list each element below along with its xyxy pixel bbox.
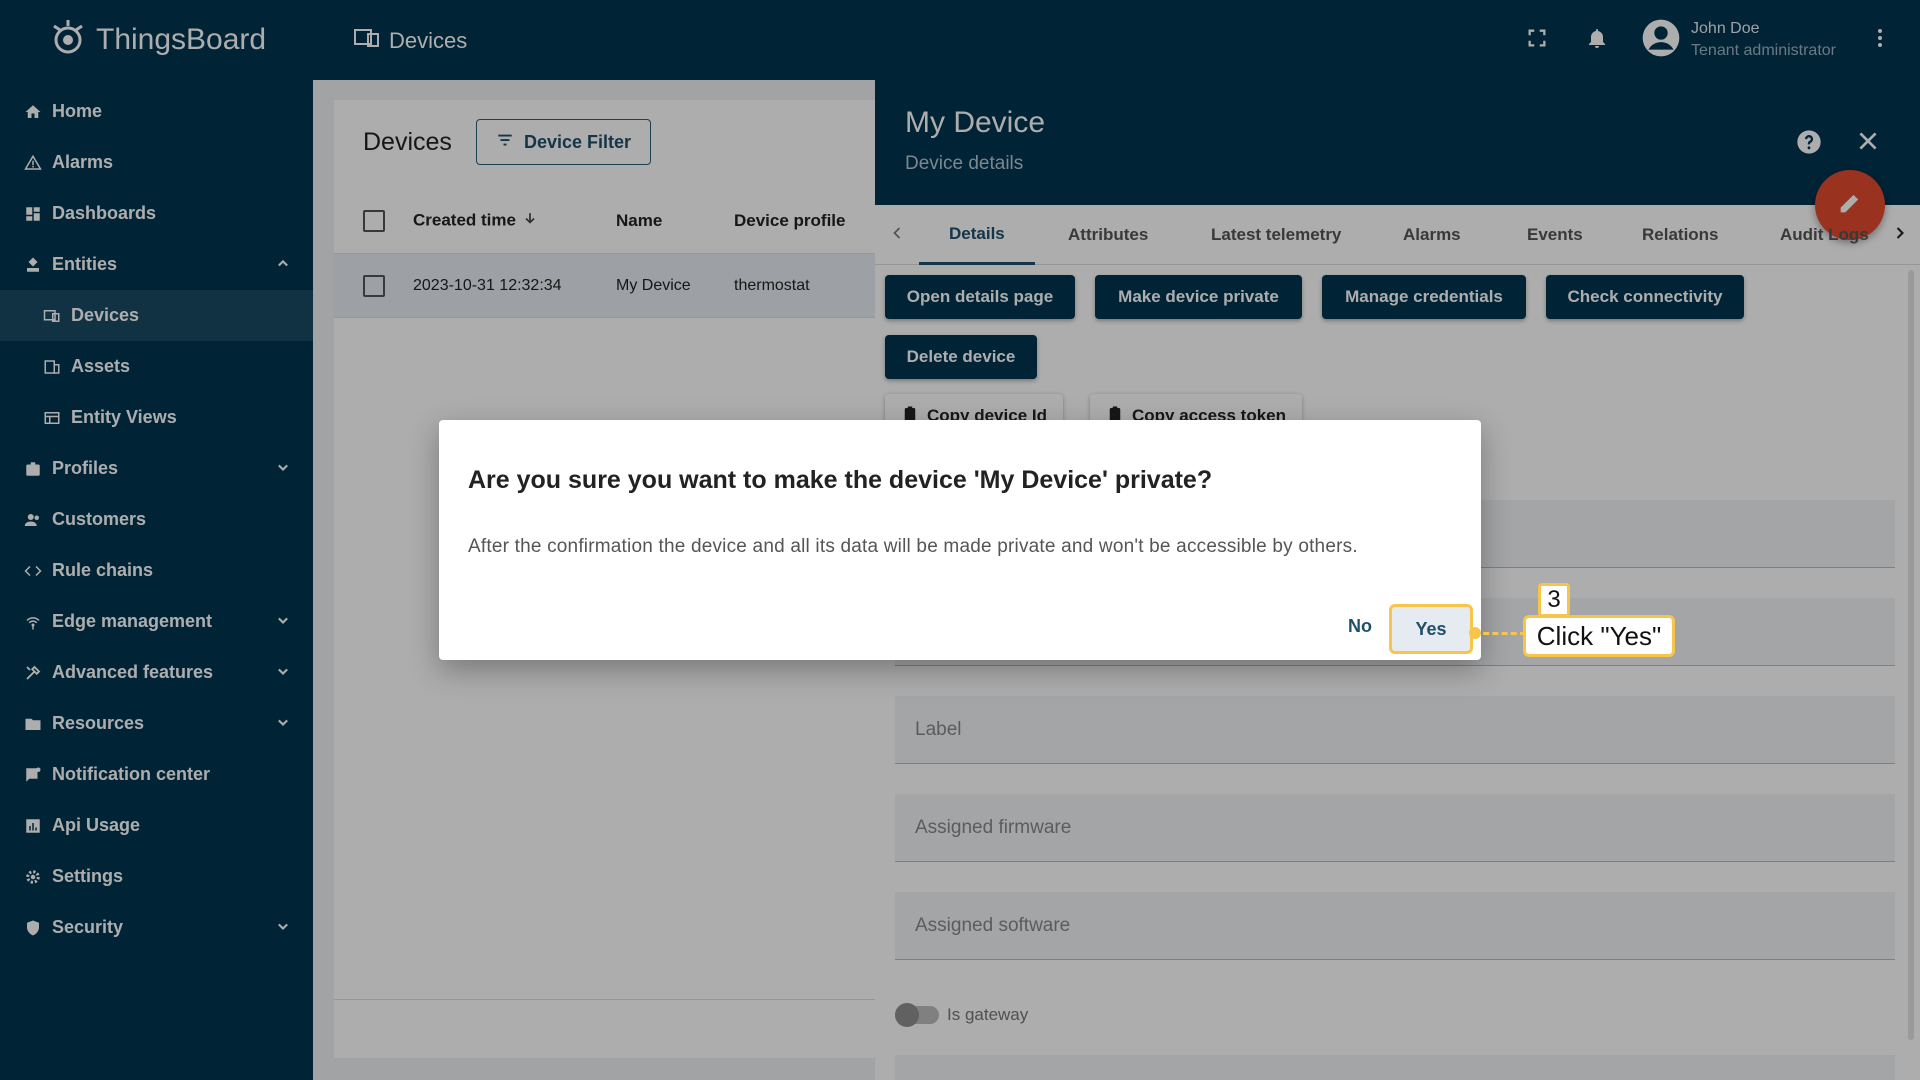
yes-button[interactable]: Yes — [1389, 604, 1473, 654]
dialog-message: After the confirmation the device and al… — [468, 536, 1358, 557]
annotation-step-badge: 3 — [1538, 583, 1570, 617]
annotation-label: Click "Yes" — [1523, 615, 1675, 657]
annotation-connector — [1474, 632, 1526, 635]
confirm-dialog: Are you sure you want to make the device… — [439, 420, 1481, 660]
dialog-title: Are you sure you want to make the device… — [468, 466, 1213, 494]
